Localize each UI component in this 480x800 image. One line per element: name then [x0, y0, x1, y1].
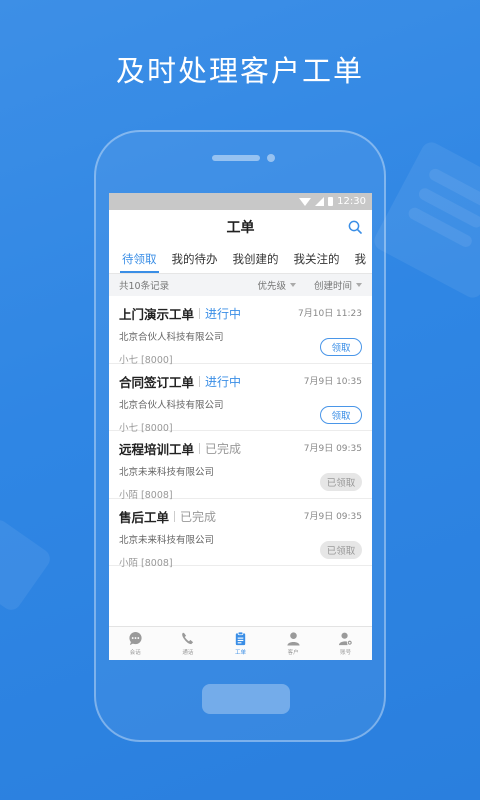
record-count: 共10条记录	[119, 281, 170, 292]
tab-item[interactable]: 我关注的	[289, 244, 345, 273]
phone-icon	[182, 632, 194, 645]
tab-item[interactable]: 我的待办	[167, 244, 223, 273]
filter-bar: 共10条记录 优先级 创建时间	[109, 274, 372, 296]
claimed-button[interactable]: 已领取	[320, 473, 362, 491]
divider	[199, 375, 201, 387]
priority-sort[interactable]: 优先级	[257, 278, 296, 292]
nav-item[interactable]: 通话	[162, 627, 215, 660]
nav-item[interactable]: 会话	[109, 627, 162, 660]
app-screen: 12:30 工单 待领取 我的待办 我创建的 我关注的我 共10条记录 优先级 创建时…	[109, 193, 372, 660]
ticket-time: 7月10日 11:23	[298, 309, 362, 319]
tab-item[interactable]: 待领取	[117, 244, 162, 273]
nav-label: 工单	[234, 650, 246, 656]
chat-icon	[129, 631, 142, 646]
bottom-navigation: 会话 通话 工单 客户 账号	[109, 626, 372, 660]
ticket-name: 合同签订工单	[119, 374, 195, 390]
ticket-tabs: 待领取 我的待办 我创建的 我关注的我	[109, 244, 372, 274]
nav-item[interactable]: 工单	[214, 627, 267, 660]
priority-sort-label: 优先级	[257, 281, 286, 292]
nav-item[interactable]: 账号	[319, 627, 372, 660]
nav-label: 账号	[340, 650, 352, 656]
ticket-card[interactable]: 上门演示工单 进行中 7月10日 11:23 北京合伙人科技有限公司 小七 [8000]…	[109, 296, 372, 366]
background-decoration-shape	[0, 516, 54, 614]
ticket-name: 上门演示工单	[119, 307, 195, 322]
person-icon	[286, 632, 300, 646]
app-header: 工单	[109, 210, 372, 244]
tab-item[interactable]: 我	[350, 244, 372, 273]
created-time-sort-label: 创建时间	[313, 281, 352, 292]
nav-label: 客户	[287, 650, 299, 656]
ticket-time: 7月9日 09:35	[303, 511, 362, 522]
clipboard-icon	[235, 631, 246, 646]
divider	[199, 443, 201, 454]
phone-home-button	[202, 684, 290, 714]
claim-button[interactable]: 领取	[320, 405, 362, 424]
ticket-status: 进行中	[205, 374, 242, 389]
battery-icon	[328, 197, 334, 206]
ticket-list: 上门演示工单 进行中 7月10日 11:23 北京合伙人科技有限公司 小七 [8000]…	[109, 296, 372, 569]
created-time-sort[interactable]: 创建时间	[314, 278, 362, 292]
divider	[199, 308, 201, 319]
wifi-icon	[299, 197, 312, 206]
account-settings-icon	[339, 632, 353, 646]
background-decoration-shape	[370, 138, 480, 302]
ticket-name: 售后工单	[119, 509, 170, 525]
search-icon[interactable]	[348, 220, 362, 234]
status-time: 12:30	[337, 196, 366, 207]
status-bar: 12:30	[109, 193, 372, 210]
ticket-time: 7月9日 10:35	[303, 376, 362, 387]
claim-button[interactable]: 领取	[320, 338, 362, 356]
phone-camera	[267, 154, 275, 162]
ticket-time: 7月9日 09:35	[303, 444, 362, 454]
ticket-card[interactable]: 售后工单 已完成 7月9日 09:35 北京未来科技有限公司 小陌 [8008] 已领取	[109, 499, 372, 569]
caret-down-icon	[356, 283, 362, 287]
ticket-status: 进行中	[205, 307, 242, 321]
ticket-card[interactable]: 远程培训工单 已完成 7月9日 09:35 北京未来科技有限公司 小陌 [8008] 已领…	[109, 431, 372, 501]
claimed-button[interactable]: 已领取	[320, 540, 362, 559]
nav-item[interactable]: 客户	[267, 627, 320, 660]
ticket-card[interactable]: 合同签订工单 进行中 7月9日 10:35 北京合伙人科技有限公司 小七 [8000] 领…	[109, 364, 372, 434]
signal-icon	[315, 197, 325, 206]
nav-label: 会话	[129, 650, 141, 656]
promo-headline: 及时处理客户工单	[115, 54, 364, 88]
ticket-name: 远程培训工单	[119, 442, 195, 457]
ticket-status: 已完成	[180, 509, 217, 524]
ticket-status: 已完成	[205, 442, 242, 456]
tab-item[interactable]: 我创建的	[228, 244, 284, 273]
page-title: 工单	[226, 220, 255, 236]
caret-down-icon	[289, 283, 296, 287]
nav-label: 通话	[182, 650, 194, 656]
divider	[174, 510, 176, 522]
phone-speaker	[212, 155, 260, 161]
